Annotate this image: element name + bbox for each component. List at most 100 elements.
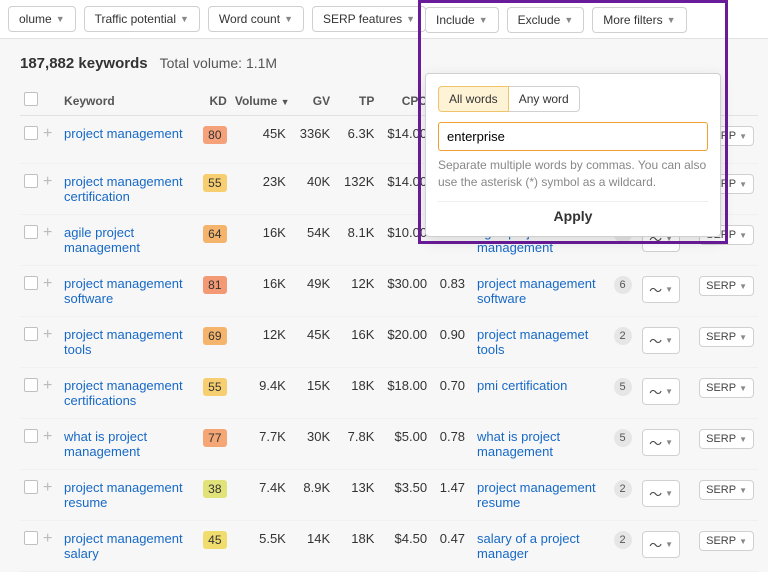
update-button[interactable]: 〜▼ — [642, 480, 680, 507]
cell-cps: 0.78 — [431, 419, 469, 470]
cell-tp: 18K — [334, 521, 378, 572]
filter-word-count[interactable]: Word count▼ — [208, 6, 304, 32]
keyword-link[interactable]: project management certifications — [64, 378, 183, 408]
row-checkbox[interactable] — [24, 126, 38, 140]
table-row: +project management salary455.5K14K18K$4… — [20, 521, 758, 572]
apply-button[interactable]: Apply — [438, 201, 708, 224]
trend-icon: 〜 — [649, 382, 662, 401]
include-words-input[interactable] — [438, 122, 708, 151]
filter-more[interactable]: More filters▼ — [592, 7, 686, 33]
filter-exclude[interactable]: Exclude▼ — [507, 7, 585, 33]
add-icon[interactable]: + — [43, 326, 52, 343]
serp-button[interactable]: SERP▼ — [699, 327, 754, 347]
serp-button[interactable]: SERP▼ — [699, 480, 754, 500]
cell-cps: 1.47 — [431, 470, 469, 521]
sf-badge: 5 — [614, 378, 632, 396]
col-gv[interactable]: GV — [290, 86, 334, 116]
sf-badge: 2 — [614, 327, 632, 345]
cell-tp: 132K — [334, 164, 378, 215]
cell-tp: 13K — [334, 470, 378, 521]
include-filter-popover: All words Any word Separate multiple wor… — [425, 73, 721, 237]
kd-badge: 80 — [203, 126, 227, 144]
keyword-link[interactable]: project management salary — [64, 531, 183, 561]
add-icon[interactable]: + — [43, 377, 52, 394]
row-checkbox[interactable] — [24, 378, 38, 392]
parent-topic-link[interactable]: pmi certification — [477, 378, 567, 393]
col-keyword[interactable]: Keyword — [60, 86, 195, 116]
table-row: +project management resume387.4K8.9K13K$… — [20, 470, 758, 521]
cell-cps: 0.90 — [431, 317, 469, 368]
tab-any-word[interactable]: Any word — [509, 86, 580, 112]
cell-cpc: $30.00 — [378, 266, 431, 317]
serp-button[interactable]: SERP▼ — [699, 429, 754, 449]
row-checkbox[interactable] — [24, 276, 38, 290]
add-icon[interactable]: + — [43, 530, 52, 547]
keyword-link[interactable]: project management certification — [64, 174, 183, 204]
parent-topic-link[interactable]: project management software — [477, 276, 596, 306]
cell-cps: 0.70 — [431, 368, 469, 419]
row-checkbox[interactable] — [24, 429, 38, 443]
keyword-link[interactable]: project management tools — [64, 327, 183, 357]
filter-volume[interactable]: olume▼ — [8, 6, 76, 32]
add-icon[interactable]: + — [43, 173, 52, 190]
sf-badge: 6 — [614, 276, 632, 294]
col-tp[interactable]: TP — [334, 86, 378, 116]
chevron-down-icon: ▼ — [284, 14, 293, 24]
filter-serp-features[interactable]: SERP features▼ — [312, 6, 426, 32]
add-icon[interactable]: + — [43, 224, 52, 241]
update-button[interactable]: 〜▼ — [642, 327, 680, 354]
trend-icon: 〜 — [649, 433, 662, 452]
keyword-link[interactable]: project management software — [64, 276, 183, 306]
keyword-link[interactable]: project management resume — [64, 480, 183, 510]
row-checkbox[interactable] — [24, 327, 38, 341]
row-checkbox[interactable] — [24, 531, 38, 545]
add-icon[interactable]: + — [43, 428, 52, 445]
row-checkbox[interactable] — [24, 174, 38, 188]
keyword-link[interactable]: agile project management — [64, 225, 140, 255]
serp-button[interactable]: SERP▼ — [699, 276, 754, 296]
include-filter-highlight: Include▼ Exclude▼ More filters▼ All word… — [418, 0, 728, 244]
serp-button[interactable]: SERP▼ — [699, 378, 754, 398]
col-kd[interactable]: KD — [195, 86, 231, 116]
filter-traffic-potential[interactable]: Traffic potential▼ — [84, 6, 200, 32]
cell-volume: 23K — [231, 164, 290, 215]
cell-cps: 0.47 — [431, 521, 469, 572]
add-icon[interactable]: + — [43, 479, 52, 496]
cell-volume: 45K — [231, 116, 290, 164]
cell-tp: 8.1K — [334, 215, 378, 266]
table-row: +project management certifications559.4K… — [20, 368, 758, 419]
cell-volume: 5.5K — [231, 521, 290, 572]
col-checkbox[interactable] — [20, 86, 39, 116]
tab-all-words[interactable]: All words — [438, 86, 509, 112]
filter-include[interactable]: Include▼ — [425, 7, 499, 33]
add-icon[interactable]: + — [43, 125, 52, 142]
trend-icon: 〜 — [649, 484, 662, 503]
keyword-link[interactable]: what is project management — [64, 429, 147, 459]
cell-gv: 336K — [290, 116, 334, 164]
update-button[interactable]: 〜▼ — [642, 276, 680, 303]
row-checkbox[interactable] — [24, 480, 38, 494]
add-icon[interactable]: + — [43, 275, 52, 292]
cell-volume: 7.7K — [231, 419, 290, 470]
chevron-down-icon: ▼ — [56, 14, 65, 24]
parent-topic-link[interactable]: what is project management — [477, 429, 560, 459]
cell-volume: 9.4K — [231, 368, 290, 419]
parent-topic-link[interactable]: project management resume — [477, 480, 596, 510]
cell-tp: 12K — [334, 266, 378, 317]
parent-topic-link[interactable]: project managemet tools — [477, 327, 588, 357]
trend-icon: 〜 — [649, 535, 662, 554]
cell-gv: 30K — [290, 419, 334, 470]
row-checkbox[interactable] — [24, 225, 38, 239]
table-row: +project management tools6912K45K16K$20.… — [20, 317, 758, 368]
serp-button[interactable]: SERP▼ — [699, 531, 754, 551]
parent-topic-link[interactable]: salary of a project manager — [477, 531, 580, 561]
keyword-link[interactable]: project management — [64, 126, 183, 141]
cell-gv: 49K — [290, 266, 334, 317]
cell-cpc: $3.50 — [378, 470, 431, 521]
update-button[interactable]: 〜▼ — [642, 378, 680, 405]
col-volume[interactable]: Volume ▼ — [231, 86, 290, 116]
chevron-down-icon: ▼ — [406, 14, 415, 24]
update-button[interactable]: 〜▼ — [642, 429, 680, 456]
trend-icon: 〜 — [649, 331, 662, 350]
cell-tp: 7.8K — [334, 419, 378, 470]
